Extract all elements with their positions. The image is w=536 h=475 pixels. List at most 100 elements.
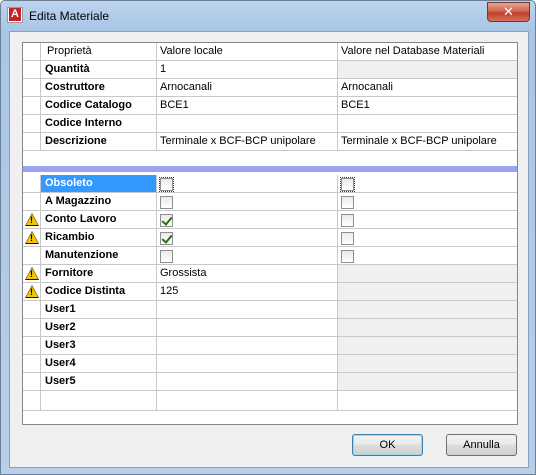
title-bar[interactable]: A Edita Materiale ✕ xyxy=(1,1,535,31)
table-row[interactable]: User4 xyxy=(23,355,517,373)
property-label: Conto Lavoro xyxy=(41,211,157,229)
filler-cell xyxy=(157,391,338,411)
local-checkbox-cell xyxy=(157,175,338,193)
filler-cell xyxy=(338,391,517,411)
local-value-field[interactable]: Grossista xyxy=(157,265,338,283)
row-icon-cell xyxy=(23,247,41,265)
local-checkbox-cell xyxy=(157,247,338,265)
window-title: Edita Materiale xyxy=(29,9,110,23)
local-checkbox[interactable] xyxy=(160,196,173,209)
db-checkbox-cell xyxy=(338,211,517,229)
db-value-field xyxy=(338,319,517,337)
row-icon-cell xyxy=(23,229,41,247)
table-row[interactable]: Descrizione Terminale x BCF-BCP unipolar… xyxy=(23,133,517,151)
local-value-field[interactable] xyxy=(157,355,338,373)
property-label: A Magazzino xyxy=(41,193,157,211)
local-checkbox[interactable] xyxy=(159,177,174,192)
db-value-field xyxy=(338,283,517,301)
local-value-field[interactable]: Arnocanali xyxy=(157,79,338,97)
local-value-field[interactable]: BCE1 xyxy=(157,97,338,115)
autocad-app-icon: A xyxy=(7,7,23,23)
table-row[interactable]: Codice Catalogo BCE1 BCE1 xyxy=(23,97,517,115)
table-row[interactable]: User3 xyxy=(23,337,517,355)
local-checkbox[interactable] xyxy=(160,250,173,263)
cancel-button[interactable]: Annulla xyxy=(446,434,517,456)
header-property[interactable]: Proprietà xyxy=(41,43,157,61)
table-row[interactable]: Quantità 1 xyxy=(23,61,517,79)
warning-icon xyxy=(25,285,39,298)
db-checkbox[interactable] xyxy=(341,250,354,263)
table-row[interactable]: Codice Interno xyxy=(23,115,517,133)
db-checkbox[interactable] xyxy=(341,232,354,245)
db-value-field xyxy=(338,61,517,79)
filler-cell xyxy=(23,391,41,411)
row-icon-cell xyxy=(23,115,41,133)
db-value-field xyxy=(338,337,517,355)
dialog-client: Proprietà Valore locale Valore nel Datab… xyxy=(9,31,529,468)
local-checkbox-cell xyxy=(157,229,338,247)
db-value-field xyxy=(338,115,517,133)
local-value-field[interactable]: 125 xyxy=(157,283,338,301)
table-row[interactable]: Conto Lavoro xyxy=(23,211,517,229)
row-icon-cell xyxy=(23,133,41,151)
table-row[interactable]: Fornitore Grossista xyxy=(23,265,517,283)
close-button[interactable]: ✕ xyxy=(487,2,530,22)
filler-cell xyxy=(41,391,157,411)
table-row[interactable]: User1 xyxy=(23,301,517,319)
local-value-field[interactable] xyxy=(157,373,338,391)
local-checkbox-cell xyxy=(157,211,338,229)
row-icon-cell xyxy=(23,97,41,115)
dialog-window: A Edita Materiale ✕ Proprietà Valore loc… xyxy=(0,0,536,475)
table-row[interactable]: Codice Distinta 125 xyxy=(23,283,517,301)
property-label: User3 xyxy=(41,337,157,355)
db-value-field: Arnocanali xyxy=(338,79,517,97)
row-icon-cell xyxy=(23,319,41,337)
table-row[interactable]: Obsoleto xyxy=(23,175,517,193)
db-checkbox-cell xyxy=(338,229,517,247)
db-value-field xyxy=(338,373,517,391)
table-row[interactable]: Ricambio xyxy=(23,229,517,247)
table-row[interactable]: User5 xyxy=(23,373,517,391)
db-value-field xyxy=(338,355,517,373)
grid-header-row: Proprietà Valore locale Valore nel Datab… xyxy=(23,43,517,61)
db-checkbox-cell xyxy=(338,193,517,211)
row-icon-cell xyxy=(23,355,41,373)
property-label: Ricambio xyxy=(41,229,157,247)
property-label: Manutenzione xyxy=(41,247,157,265)
db-checkbox[interactable] xyxy=(340,177,355,192)
local-value-field[interactable]: Terminale x BCF-BCP unipolare xyxy=(157,133,338,151)
db-value-field: Terminale x BCF-BCP unipolare xyxy=(338,133,517,151)
header-db-value[interactable]: Valore nel Database Materiali xyxy=(338,43,517,61)
row-icon-cell xyxy=(23,373,41,391)
table-row[interactable]: Manutenzione xyxy=(23,247,517,265)
app-icon-letter: A xyxy=(9,8,21,21)
table-row[interactable]: A Magazzino xyxy=(23,193,517,211)
local-checkbox[interactable] xyxy=(160,232,173,245)
property-label: Descrizione xyxy=(41,133,157,151)
header-local-value[interactable]: Valore locale xyxy=(157,43,338,61)
row-icon-cell xyxy=(23,79,41,97)
close-icon: ✕ xyxy=(503,4,514,19)
local-value-field[interactable] xyxy=(157,319,338,337)
section-separator xyxy=(23,166,517,172)
local-checkbox[interactable] xyxy=(160,214,173,227)
db-checkbox[interactable] xyxy=(341,196,354,209)
property-label: User5 xyxy=(41,373,157,391)
local-checkbox-cell xyxy=(157,193,338,211)
property-label: User4 xyxy=(41,355,157,373)
db-value-field xyxy=(338,301,517,319)
db-checkbox-cell xyxy=(338,247,517,265)
local-value-field[interactable] xyxy=(157,115,338,133)
local-value-field[interactable]: 1 xyxy=(157,61,338,79)
table-row[interactable]: Costruttore Arnocanali Arnocanali xyxy=(23,79,517,97)
property-label: Obsoleto xyxy=(41,175,157,193)
local-value-field[interactable] xyxy=(157,301,338,319)
local-value-field[interactable] xyxy=(157,337,338,355)
property-label: Codice Distinta xyxy=(41,283,157,301)
table-row[interactable]: User2 xyxy=(23,319,517,337)
ok-button[interactable]: OK xyxy=(352,434,423,456)
property-label: Costruttore xyxy=(41,79,157,97)
spacer-row xyxy=(23,151,517,166)
warning-icon xyxy=(25,213,39,226)
db-checkbox[interactable] xyxy=(341,214,354,227)
